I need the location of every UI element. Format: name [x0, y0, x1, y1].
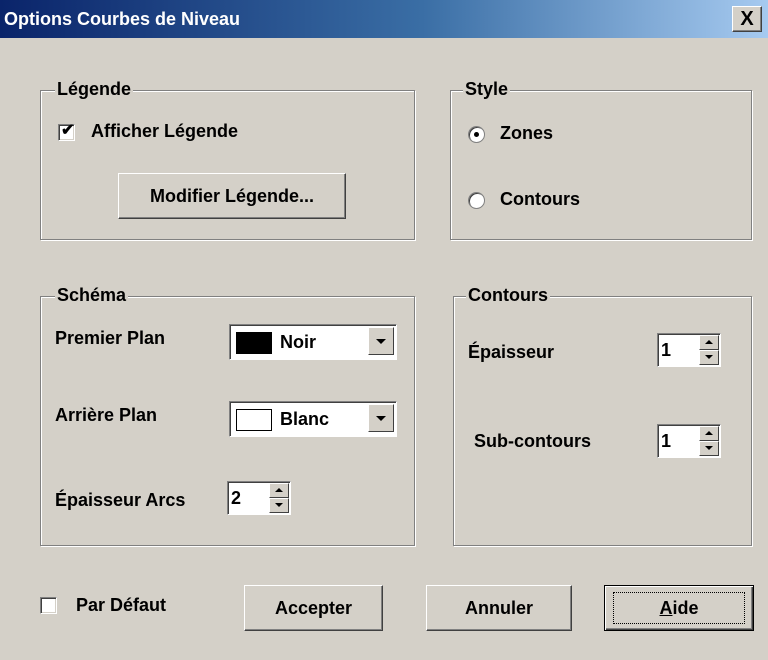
sub-contours-label: Sub-contours: [474, 431, 591, 451]
arrow-down-icon: [705, 355, 713, 359]
arc-thickness-up-button[interactable]: [269, 483, 289, 498]
arc-thickness-down-button[interactable]: [269, 498, 289, 513]
style-group: [450, 90, 752, 240]
contour-thickness-up-button[interactable]: [699, 335, 719, 350]
arc-thickness-value: 2: [231, 488, 242, 508]
radio-zones[interactable]: [468, 126, 485, 143]
chevron-down-icon: [376, 416, 386, 421]
chevron-down-icon: [376, 339, 386, 344]
arrow-down-icon: [275, 503, 283, 507]
show-legend-checkbox[interactable]: ✔: [58, 122, 75, 141]
contour-thickness-spinner[interactable]: 1: [657, 333, 721, 367]
show-legend-label: Afficher Légende: [91, 121, 239, 141]
radio-contours-row[interactable]: Contours: [468, 188, 668, 212]
arc-thickness-spinner[interactable]: 2: [227, 481, 291, 515]
foreground-label: Premier Plan: [55, 328, 166, 348]
sub-contours-up-button[interactable]: [699, 426, 719, 441]
background-color-value: Blanc: [280, 409, 330, 429]
arrow-up-icon: [705, 431, 713, 435]
background-dropdown-button[interactable]: [368, 404, 394, 432]
default-label: Par Défaut: [76, 595, 167, 615]
accept-button[interactable]: Accepter: [244, 585, 383, 631]
arrow-down-icon: [705, 446, 713, 450]
background-color-swatch: [236, 409, 272, 431]
focus-rectangle: [613, 592, 745, 624]
contours-group-label: Contours: [466, 285, 550, 305]
foreground-color-swatch: [236, 332, 272, 354]
radio-contours-label: Contours: [500, 189, 580, 209]
checkmark-icon: ✔: [61, 122, 75, 139]
sub-contours-down-button[interactable]: [699, 441, 719, 456]
background-color-select[interactable]: Blanc: [229, 401, 397, 437]
radio-zones-label: Zones: [500, 123, 554, 143]
background-label: Arrière Plan: [55, 405, 158, 425]
radio-contours[interactable]: [468, 192, 485, 209]
arrow-up-icon: [275, 488, 283, 492]
default-checkbox[interactable]: ✔: [40, 597, 57, 614]
close-button[interactable]: X: [732, 6, 762, 32]
sub-contours-value: 1: [661, 431, 672, 451]
default-checkbox-row[interactable]: ✔ Par Défaut: [40, 594, 220, 618]
foreground-color-select[interactable]: Noir: [229, 324, 397, 360]
window-title: Options Courbes de Niveau: [4, 9, 241, 29]
arrow-up-icon: [705, 340, 713, 344]
sub-contours-spinner[interactable]: 1: [657, 424, 721, 458]
close-icon: X: [740, 8, 754, 30]
arc-thickness-label: Épaisseur Arcs: [55, 490, 186, 510]
style-group-label: Style: [463, 79, 511, 99]
contour-thickness-down-button[interactable]: [699, 350, 719, 365]
radio-dot-icon: [474, 132, 479, 137]
modify-legend-button[interactable]: Modifier Légende...: [118, 173, 346, 219]
foreground-dropdown-button[interactable]: [368, 327, 394, 355]
radio-zones-row[interactable]: Zones: [468, 122, 668, 146]
foreground-color-value: Noir: [280, 332, 316, 352]
contour-thickness-label: Épaisseur: [468, 342, 555, 362]
schema-group-label: Schéma: [55, 285, 129, 305]
legend-group-label: Légende: [55, 79, 134, 99]
show-legend-checkbox-row[interactable]: ✔ Afficher Légende: [58, 120, 338, 144]
contour-thickness-value: 1: [661, 340, 672, 360]
help-button[interactable]: Aide: [604, 585, 754, 631]
cancel-button[interactable]: Annuler: [426, 585, 572, 631]
